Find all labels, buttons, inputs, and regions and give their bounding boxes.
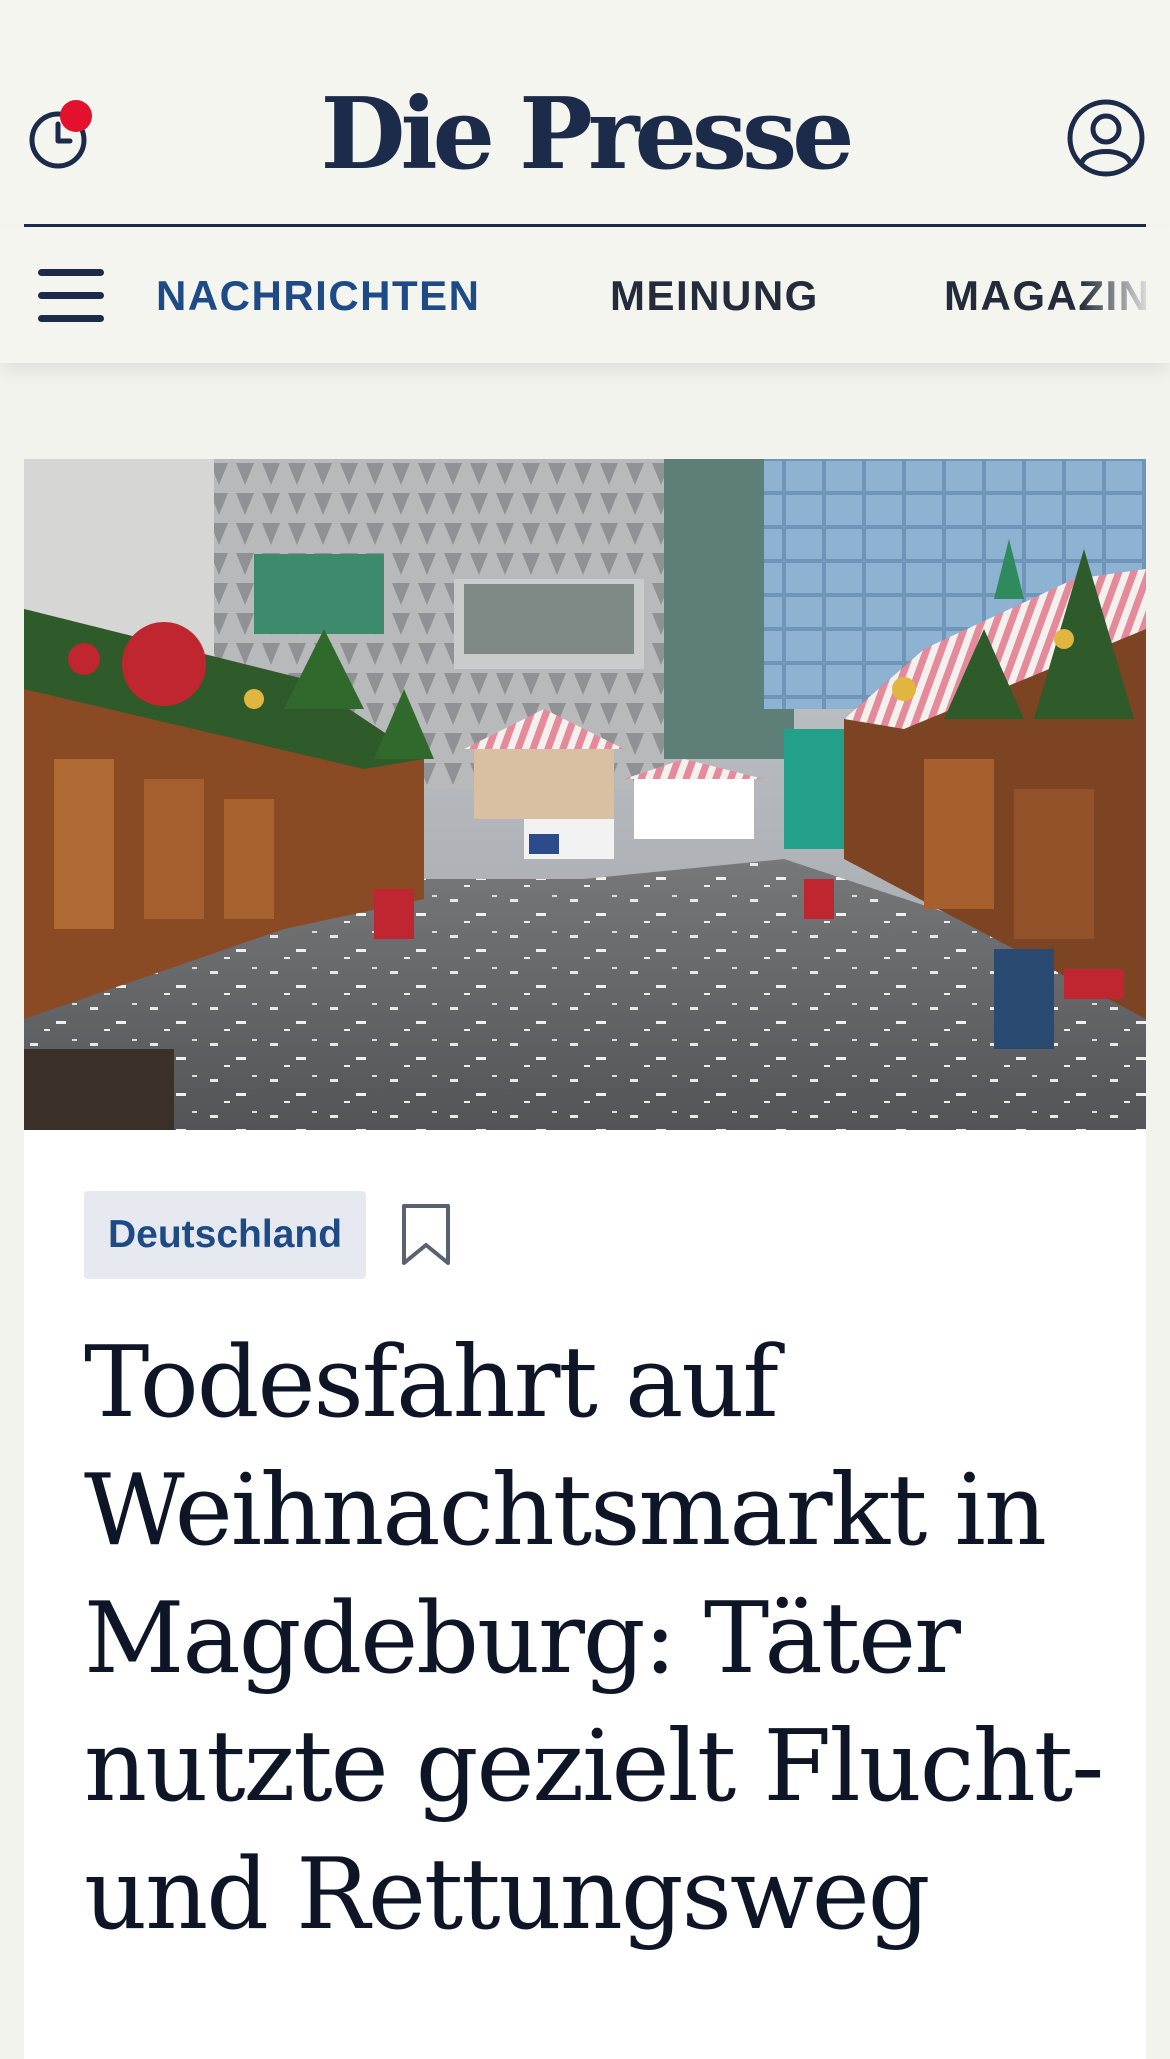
- hero-image[interactable]: [24, 459, 1146, 1130]
- user-profile-icon: [1067, 99, 1145, 177]
- site-logo[interactable]: Die Presse: [0, 80, 1170, 190]
- christmas-market-photo: [24, 459, 1146, 1130]
- category-tag[interactable]: Deutschland: [84, 1191, 367, 1279]
- article-card[interactable]: Deutschland Todesfahrt auf Weihnachtsmar…: [24, 459, 1146, 2059]
- app-header: Die Presse: [0, 0, 1170, 226]
- hamburger-menu-icon[interactable]: [38, 269, 106, 323]
- section-nav: NACHRICHTEN MEINUNG MAGAZIN: [0, 227, 1170, 363]
- nav-item-meinung[interactable]: MEINUNG: [610, 269, 819, 323]
- nav-item-nachrichten[interactable]: NACHRICHTEN: [156, 269, 481, 323]
- nav-scroll-fade: [1080, 227, 1170, 363]
- article-headline[interactable]: Todesfahrt auf Weihnachtsmarkt in Magdeb…: [84, 1319, 1124, 1959]
- bookmark-icon: [402, 1204, 450, 1265]
- profile-button[interactable]: [1066, 98, 1146, 178]
- bookmark-button[interactable]: [400, 1203, 452, 1267]
